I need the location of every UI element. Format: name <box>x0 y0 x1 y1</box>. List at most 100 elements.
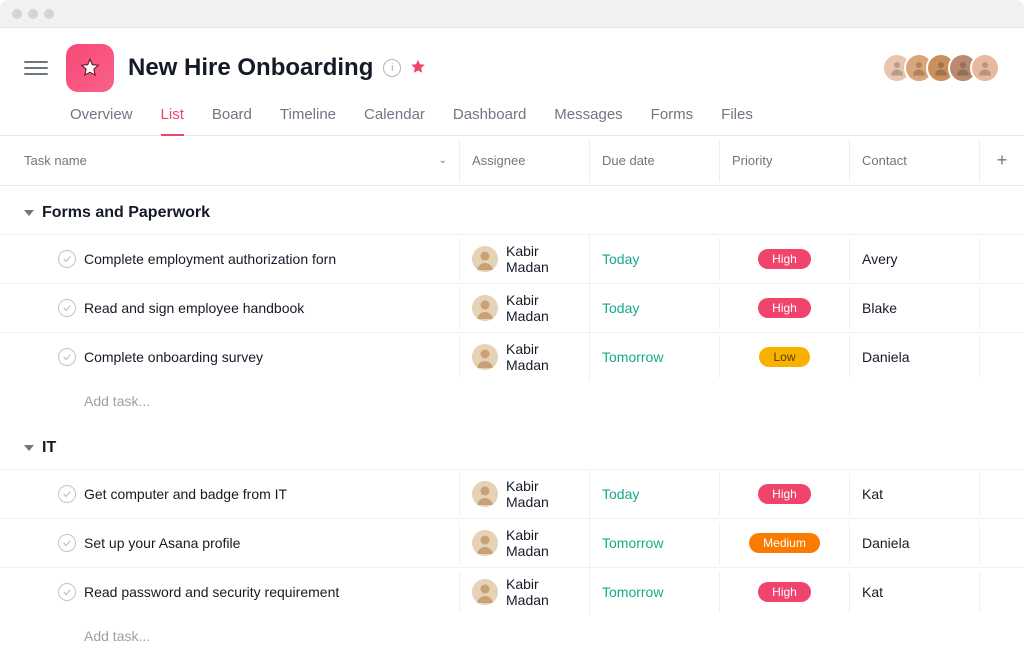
due-date: Tomorrow <box>602 584 663 600</box>
contact-name: Kat <box>862 584 883 600</box>
tab-forms[interactable]: Forms <box>651 106 694 135</box>
complete-check-icon[interactable] <box>58 583 76 601</box>
due-date-cell[interactable]: Today <box>590 287 720 329</box>
task-row[interactable]: Set up your Asana profileKabir MadanTomo… <box>0 518 1024 567</box>
browser-chrome <box>0 0 1024 28</box>
assignee-cell[interactable]: Kabir Madan <box>460 470 590 518</box>
assignee-cell[interactable]: Kabir Madan <box>460 333 590 381</box>
task-name-cell[interactable]: Read password and security requirement <box>0 571 460 613</box>
task-name-cell[interactable]: Complete employment authorization forn <box>0 238 460 280</box>
assignee-cell[interactable]: Kabir Madan <box>460 519 590 567</box>
contact-cell[interactable]: Blake <box>850 287 980 329</box>
contact-name: Avery <box>862 251 898 267</box>
task-row[interactable]: Read and sign employee handbook Kabir Mad… <box>0 283 1024 332</box>
due-date-cell[interactable]: Today <box>590 473 720 515</box>
project-header: New Hire Onboarding i <box>0 28 1024 92</box>
caret-down-icon <box>24 445 34 451</box>
task-name: Read password and security requirement <box>84 584 339 600</box>
row-extra-cell <box>980 287 1024 329</box>
due-date: Today <box>602 486 639 502</box>
column-task-name[interactable]: Task name ⌄ <box>0 139 460 182</box>
window-dot <box>12 9 22 19</box>
tab-board[interactable]: Board <box>212 106 252 135</box>
menu-button[interactable] <box>24 56 48 80</box>
assignee-name: Kabir Madan <box>506 243 577 275</box>
task-row[interactable]: Get computer and badge from IT Kabir Mada… <box>0 469 1024 518</box>
complete-check-icon[interactable] <box>58 485 76 503</box>
due-date: Today <box>602 251 639 267</box>
due-date-cell[interactable]: Tomorrow <box>590 522 720 564</box>
column-assignee[interactable]: Assignee <box>460 139 590 182</box>
tab-files[interactable]: Files <box>721 106 753 135</box>
task-name: Read and sign employee handbook <box>84 300 304 316</box>
tab-calendar[interactable]: Calendar <box>364 106 425 135</box>
favorite-star-icon[interactable] <box>409 58 427 79</box>
priority-cell[interactable]: Medium <box>720 522 850 564</box>
complete-check-icon[interactable] <box>58 534 76 552</box>
contact-cell[interactable]: Kat <box>850 473 980 515</box>
contact-name: Blake <box>862 300 897 316</box>
complete-check-icon[interactable] <box>58 250 76 268</box>
task-name: Get computer and badge from IT <box>84 486 287 502</box>
priority-pill: Low <box>759 347 809 367</box>
priority-pill: Medium <box>749 533 820 553</box>
contact-name: Daniela <box>862 535 909 551</box>
tab-list[interactable]: List <box>161 106 184 135</box>
task-name-cell[interactable]: Get computer and badge from IT <box>0 473 460 515</box>
contact-cell[interactable]: Avery <box>850 238 980 280</box>
assignee-cell[interactable]: Kabir Madan <box>460 235 590 283</box>
assignee-cell[interactable]: Kabir Madan <box>460 568 590 616</box>
priority-pill: High <box>758 484 811 504</box>
row-extra-cell <box>980 571 1024 613</box>
assignee-name: Kabir Madan <box>506 292 577 324</box>
task-name-cell[interactable]: Complete onboarding survey <box>0 336 460 378</box>
column-due-date[interactable]: Due date <box>590 139 720 182</box>
avatar[interactable] <box>970 53 1000 83</box>
due-date: Today <box>602 300 639 316</box>
info-icon[interactable]: i <box>383 59 401 77</box>
task-row[interactable]: Complete employment authorization forn Ka… <box>0 234 1024 283</box>
priority-cell[interactable]: High <box>720 473 850 515</box>
member-avatars[interactable] <box>890 53 1000 83</box>
assignee-avatar <box>472 481 498 507</box>
priority-pill: High <box>758 298 811 318</box>
row-extra-cell <box>980 473 1024 515</box>
column-priority[interactable]: Priority <box>720 139 850 182</box>
assignee-name: Kabir Madan <box>506 478 577 510</box>
assignee-avatar <box>472 246 498 272</box>
tab-timeline[interactable]: Timeline <box>280 106 336 135</box>
complete-check-icon[interactable] <box>58 348 76 366</box>
tab-messages[interactable]: Messages <box>554 106 622 135</box>
contact-cell[interactable]: Daniela <box>850 522 980 564</box>
window-dot <box>28 9 38 19</box>
due-date-cell[interactable]: Tomorrow <box>590 336 720 378</box>
task-name-cell[interactable]: Set up your Asana profile <box>0 522 460 564</box>
section-name: Forms and Paperwork <box>42 204 210 222</box>
complete-check-icon[interactable] <box>58 299 76 317</box>
assignee-cell[interactable]: Kabir Madan <box>460 284 590 332</box>
priority-cell[interactable]: Low <box>720 336 850 378</box>
section-header[interactable]: Forms and Paperwork <box>0 186 1024 234</box>
priority-pill: High <box>758 582 811 602</box>
tab-dashboard[interactable]: Dashboard <box>453 106 526 135</box>
due-date-cell[interactable]: Tomorrow <box>590 571 720 613</box>
priority-cell[interactable]: High <box>720 238 850 280</box>
contact-cell[interactable]: Daniela <box>850 336 980 378</box>
contact-cell[interactable]: Kat <box>850 571 980 613</box>
add-task-button[interactable]: Add task... <box>0 381 1024 421</box>
tab-overview[interactable]: Overview <box>70 106 133 135</box>
column-label: Priority <box>732 153 772 168</box>
task-row[interactable]: Read password and security requirement Ka… <box>0 567 1024 616</box>
add-column-button[interactable]: + <box>980 136 1024 185</box>
priority-cell[interactable]: High <box>720 571 850 613</box>
section-header[interactable]: IT <box>0 421 1024 469</box>
priority-cell[interactable]: High <box>720 287 850 329</box>
priority-pill: High <box>758 249 811 269</box>
chevron-down-icon[interactable]: ⌄ <box>439 155 447 166</box>
task-name-cell[interactable]: Read and sign employee handbook <box>0 287 460 329</box>
task-row[interactable]: Complete onboarding surveyKabir MadanTom… <box>0 332 1024 381</box>
column-contact[interactable]: Contact <box>850 139 980 182</box>
assignee-avatar <box>472 579 498 605</box>
add-task-button[interactable]: Add task... <box>0 616 1024 656</box>
due-date-cell[interactable]: Today <box>590 238 720 280</box>
